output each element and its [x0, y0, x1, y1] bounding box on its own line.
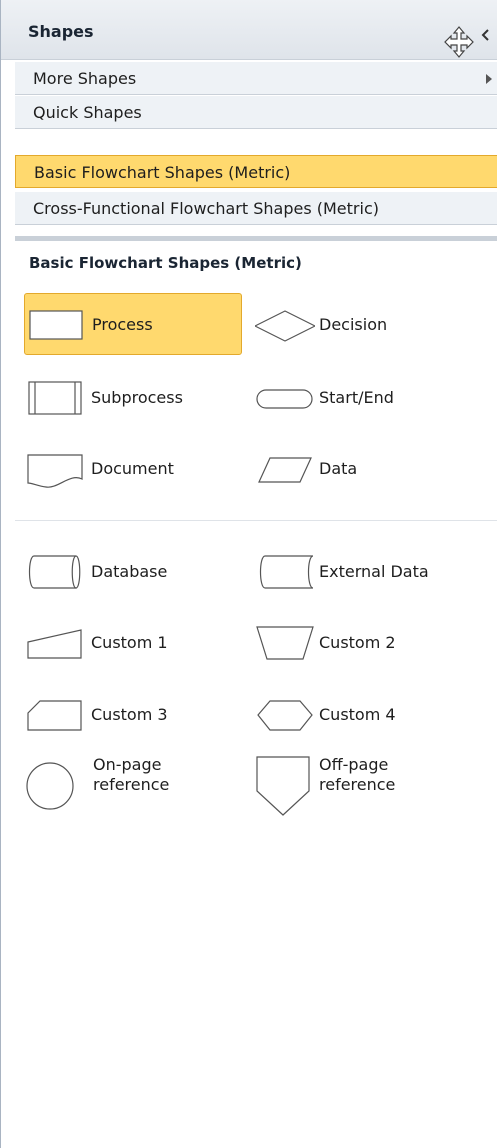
- shape-label: Off-page reference: [319, 755, 395, 795]
- custom-2-icon: [256, 626, 314, 660]
- shape-label: Custom 2: [319, 633, 396, 652]
- custom-1-icon: [27, 629, 82, 659]
- shape-database[interactable]: Database: [24, 541, 224, 601]
- shape-label-line-1: Off-page: [319, 755, 389, 774]
- shape-subprocess[interactable]: Subprocess: [24, 367, 224, 427]
- subprocess-icon: [28, 381, 82, 415]
- shape-external-data[interactable]: External Data: [255, 541, 475, 601]
- external-data-icon: [259, 555, 314, 589]
- shape-label-line-2: reference: [319, 775, 396, 794]
- shape-label: Custom 1: [91, 633, 168, 652]
- shape-custom-3[interactable]: Custom 3: [24, 686, 224, 746]
- quick-shapes-item[interactable]: Quick Shapes: [15, 96, 497, 129]
- shape-label: Database: [91, 562, 168, 581]
- shapes-title: Shapes: [28, 22, 94, 41]
- data-icon: [258, 457, 312, 483]
- splitter[interactable]: [15, 236, 497, 241]
- shape-label: Document: [91, 459, 174, 478]
- shape-custom-1[interactable]: Custom 1: [24, 612, 224, 672]
- shape-start-end[interactable]: Start/End: [255, 367, 455, 427]
- shape-label: Data: [319, 459, 358, 478]
- shape-label: On-page reference: [93, 755, 169, 795]
- shape-label-line-2: reference: [93, 775, 170, 794]
- shape-label-line-1: On-page: [93, 755, 162, 774]
- shape-document[interactable]: Document: [24, 438, 224, 498]
- cross-functional-item[interactable]: Cross-Functional Flowchart Shapes (Metri…: [15, 192, 497, 225]
- shape-decision[interactable]: Decision: [255, 294, 455, 354]
- shape-custom-4[interactable]: Custom 4: [255, 686, 455, 746]
- more-shapes-label: More Shapes: [33, 69, 137, 88]
- shape-label: Custom 4: [319, 705, 396, 724]
- chevron-right-icon: [486, 74, 492, 84]
- cross-functional-label: Cross-Functional Flowchart Shapes (Metri…: [33, 199, 379, 218]
- off-page-reference-icon: [256, 756, 310, 816]
- shape-on-page-reference[interactable]: On-page reference: [24, 755, 224, 825]
- shape-data[interactable]: Data: [255, 438, 455, 498]
- process-icon: [29, 310, 83, 340]
- database-icon: [28, 555, 81, 589]
- shape-label: Decision: [319, 315, 388, 334]
- start-end-icon: [256, 389, 313, 409]
- move-icon[interactable]: [441, 25, 477, 59]
- chevron-left-icon[interactable]: [479, 27, 493, 41]
- decision-icon: [255, 310, 315, 342]
- shape-label: Custom 3: [91, 705, 168, 724]
- more-shapes-item[interactable]: More Shapes: [15, 62, 497, 95]
- shape-label: Subprocess: [91, 388, 183, 407]
- custom-4-icon: [257, 700, 313, 731]
- shape-label: Start/End: [319, 388, 394, 407]
- shape-process[interactable]: Process: [24, 293, 242, 355]
- shape-label: External Data: [319, 562, 429, 581]
- shape-off-page-reference[interactable]: Off-page reference: [255, 755, 455, 825]
- custom-3-icon: [27, 700, 82, 731]
- on-page-reference-icon: [26, 762, 74, 810]
- shape-label: Process: [92, 315, 153, 334]
- basic-flowchart-item[interactable]: Basic Flowchart Shapes (Metric): [15, 155, 497, 188]
- stencil-title: Basic Flowchart Shapes (Metric): [29, 254, 302, 272]
- shapes-header: Shapes: [1, 0, 497, 60]
- shape-custom-2[interactable]: Custom 2: [255, 612, 455, 672]
- document-icon: [27, 454, 83, 488]
- shapes-panel: Shapes More Shapes Quick Shapes Basic Fl…: [0, 0, 497, 1148]
- group-separator: [15, 520, 497, 521]
- basic-flowchart-label: Basic Flowchart Shapes (Metric): [34, 163, 291, 182]
- quick-shapes-label: Quick Shapes: [33, 103, 142, 122]
